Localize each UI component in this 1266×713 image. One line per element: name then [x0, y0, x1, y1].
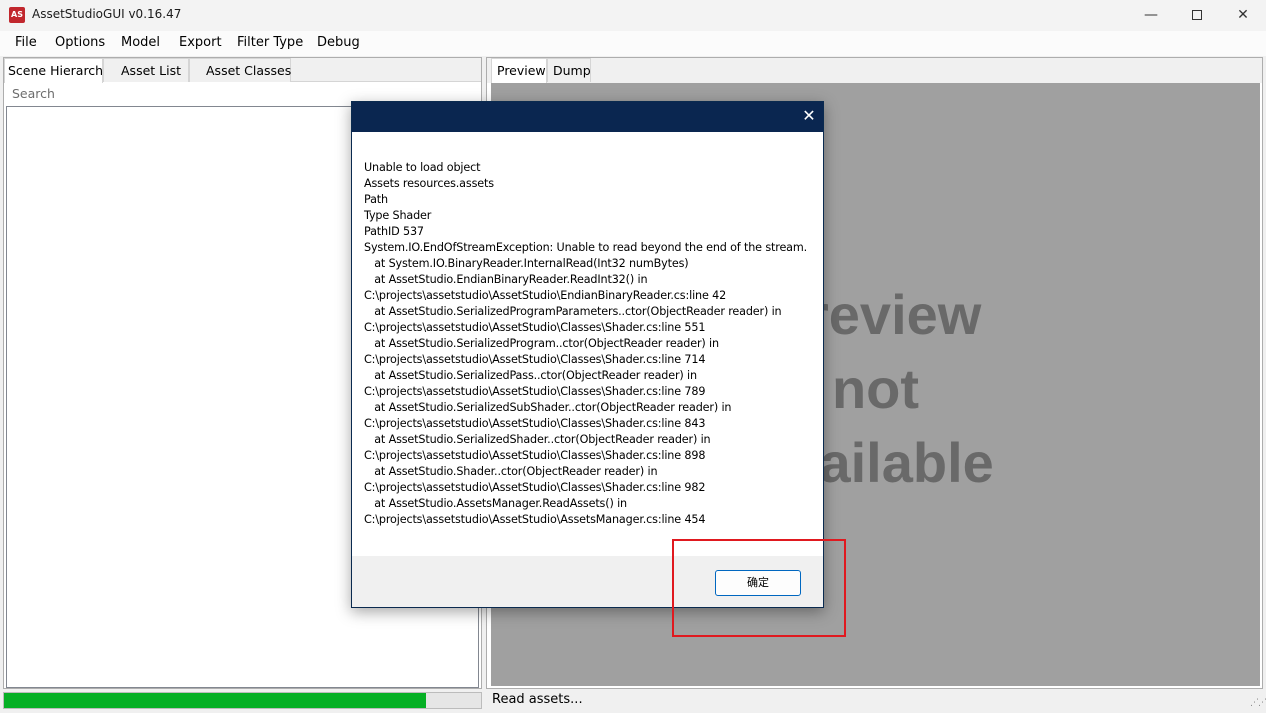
- menu-filter-type[interactable]: Filter Type: [237, 35, 303, 50]
- menu-model[interactable]: Model: [121, 35, 160, 50]
- progress-fill: [4, 693, 427, 708]
- dialog-title-bar: ✕: [352, 102, 823, 132]
- menu-debug[interactable]: Debug: [317, 35, 360, 50]
- minimize-button[interactable]: —: [1128, 0, 1174, 31]
- highlight-box: [672, 539, 846, 637]
- menu-file[interactable]: File: [15, 35, 37, 50]
- right-tabs: Preview Dump: [487, 58, 1262, 83]
- tab-preview[interactable]: Preview: [491, 58, 547, 83]
- tab-asset-classes[interactable]: Asset Classes: [189, 58, 291, 82]
- left-tabs: Scene Hierarchy Asset List Asset Classes: [4, 58, 481, 83]
- dialog-close-button[interactable]: ✕: [800, 107, 818, 125]
- menu-bar: File Options Model Export Filter Type De…: [0, 31, 1266, 56]
- close-window-button[interactable]: ✕: [1220, 0, 1266, 31]
- error-dialog: ✕ Unable to load object Assets resources…: [351, 101, 824, 608]
- menu-options[interactable]: Options: [55, 35, 105, 50]
- maximize-icon: [1192, 10, 1202, 20]
- title-bar: AS AssetStudioGUI v0.16.47 — ✕: [0, 0, 1266, 31]
- app-icon: AS: [9, 7, 25, 23]
- error-message: Unable to load object Assets resources.a…: [364, 161, 808, 526]
- status-text: Read assets...: [492, 692, 583, 707]
- tab-asset-list[interactable]: Asset List: [103, 58, 189, 82]
- menu-export[interactable]: Export: [179, 35, 222, 50]
- tab-scene-hierarchy[interactable]: Scene Hierarchy: [4, 58, 111, 83]
- progress-bar: [3, 692, 482, 709]
- maximize-button[interactable]: [1174, 0, 1220, 31]
- tab-dump[interactable]: Dump: [547, 58, 591, 82]
- resize-grip-icon[interactable]: ⋰⋰: [1250, 698, 1266, 708]
- window-title: AssetStudioGUI v0.16.47: [32, 7, 182, 21]
